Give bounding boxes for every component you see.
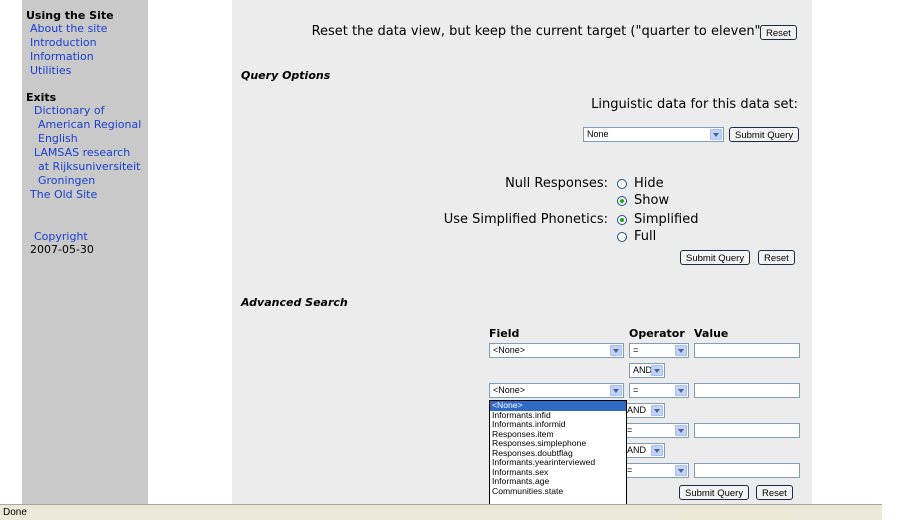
chevron-down-icon — [675, 465, 687, 476]
reset-button-advanced[interactable]: Reset — [756, 485, 793, 500]
main-panel: Reset the data view, but keep the curren… — [232, 0, 812, 514]
sidebar-link-dare-2[interactable]: American Regional — [38, 118, 141, 132]
connector-select-1-value: AND — [633, 365, 653, 375]
null-show-radio[interactable] — [617, 195, 627, 206]
operator-select-1-value: = — [633, 345, 639, 355]
status-text: Done — [3, 507, 27, 518]
phonetics-full-option[interactable]: Full — [617, 229, 656, 244]
reset-view-text: Reset the data view, but keep the curren… — [311, 24, 770, 39]
browser-window: Using the Site About the site Introducti… — [0, 0, 900, 520]
connector-select-1[interactable]: AND — [629, 363, 665, 378]
status-bar: Done — [0, 504, 900, 520]
chevron-down-icon — [610, 385, 622, 396]
linguistic-data-label: Linguistic data for this data set: — [591, 97, 798, 112]
field-select-2-value: <None> — [493, 385, 526, 395]
operator-select-3-value: = — [627, 425, 633, 435]
operator-select-3[interactable]: = — [623, 423, 689, 438]
field-select-1-value: <None> — [493, 345, 526, 355]
null-hide-label: Hide — [634, 176, 664, 191]
sidebar-heading-exits: Exits — [26, 91, 57, 104]
value-input-4[interactable] — [694, 463, 800, 478]
advanced-search-title: Advanced Search — [241, 296, 348, 309]
chevron-down-icon — [675, 385, 687, 396]
sidebar-link-introduction[interactable]: Introduction — [30, 36, 97, 50]
status-bar-edge — [882, 504, 900, 520]
submit-query-button-advanced[interactable]: Submit Query — [679, 485, 750, 500]
chevron-down-icon — [675, 345, 687, 356]
connector-select-3-value: AND — [627, 445, 647, 455]
linguistic-data-value: None — [587, 129, 609, 139]
linguistic-data-select[interactable]: None — [583, 127, 724, 142]
submit-query-button-linguistic[interactable]: Submit Query — [729, 127, 800, 142]
null-show-label: Show — [634, 193, 670, 208]
sidebar-link-dare-1[interactable]: Dictionary of — [34, 104, 105, 118]
chevron-down-icon — [610, 345, 622, 356]
operator-select-1[interactable]: = — [629, 343, 689, 358]
operator-select-4-value: = — [627, 465, 633, 475]
dropdown-option[interactable]: Communities.state — [490, 486, 626, 497]
operator-select-2-value: = — [633, 385, 639, 395]
reset-view-button[interactable]: Reset — [760, 25, 797, 40]
null-hide-radio[interactable] — [617, 178, 627, 189]
phonetics-simplified-option[interactable]: Simplified — [617, 212, 698, 227]
phonetics-full-label: Full — [634, 229, 657, 244]
chevron-down-icon — [651, 365, 663, 376]
field-dropdown-list[interactable]: <None> Informants.infid Informants.infor… — [489, 400, 627, 514]
value-input-3[interactable] — [694, 423, 800, 438]
chevron-down-icon — [710, 129, 722, 140]
sidebar-link-information[interactable]: Information — [30, 50, 94, 64]
connector-select-2-value: AND — [627, 405, 647, 415]
sidebar-date: 2007-05-30 — [30, 243, 94, 256]
chevron-down-icon — [651, 445, 663, 456]
field-select-2[interactable]: <None> — [489, 383, 624, 398]
sidebar-link-about[interactable]: About the site — [30, 22, 107, 36]
field-select-1[interactable]: <None> — [489, 343, 624, 358]
sidebar-link-copyright[interactable]: Copyright — [34, 230, 88, 244]
null-responses-label: Null Responses: — [505, 176, 608, 191]
null-show-option[interactable]: Show — [617, 193, 669, 208]
value-input-1[interactable] — [694, 343, 800, 358]
sidebar-link-utilities[interactable]: Utilities — [30, 64, 71, 78]
null-hide-option[interactable]: Hide — [617, 176, 664, 191]
phonetics-label: Use Simplified Phonetics: — [443, 212, 608, 227]
value-column-header: Value — [694, 327, 729, 340]
sidebar: Using the Site About the site Introducti… — [22, 0, 148, 504]
sidebar-link-dare-3[interactable]: English — [38, 132, 78, 146]
phonetics-full-radio[interactable] — [617, 231, 627, 242]
query-options-title: Query Options — [241, 69, 331, 82]
field-column-header: Field — [489, 327, 520, 340]
sidebar-link-lamsas-3[interactable]: Groningen — [38, 174, 95, 188]
chevron-down-icon — [651, 405, 663, 416]
reset-view-row: Reset the data view, but keep the curren… — [312, 24, 770, 39]
operator-select-2[interactable]: = — [629, 383, 689, 398]
sidebar-heading-using: Using the Site — [26, 9, 114, 22]
phonetics-simplified-radio[interactable] — [617, 214, 627, 225]
value-input-2[interactable] — [694, 383, 800, 398]
chevron-down-icon — [675, 425, 687, 436]
sidebar-link-old-site[interactable]: The Old Site — [30, 188, 97, 202]
sidebar-link-lamsas-1[interactable]: LAMSAS research — [34, 146, 130, 160]
connector-select-3[interactable]: AND — [623, 443, 665, 458]
operator-select-4[interactable]: = — [623, 463, 689, 478]
reset-button-options[interactable]: Reset — [758, 250, 795, 265]
submit-query-button-options[interactable]: Submit Query — [680, 250, 751, 265]
sidebar-link-lamsas-2[interactable]: at Rijksuniversiteit — [38, 160, 140, 174]
connector-select-2[interactable]: AND — [623, 403, 665, 418]
operator-column-header: Operator — [629, 327, 685, 340]
phonetics-simplified-label: Simplified — [634, 212, 699, 227]
